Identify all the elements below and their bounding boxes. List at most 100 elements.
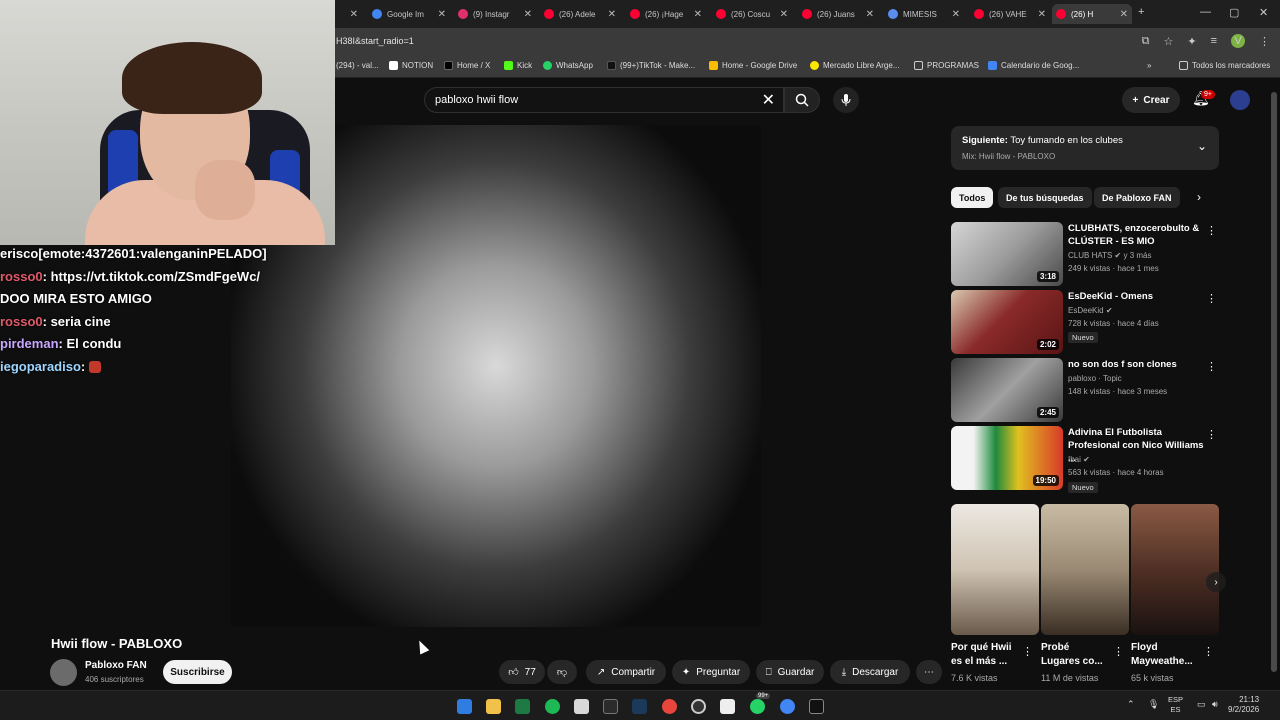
chip-all[interactable]: Todos bbox=[951, 187, 994, 208]
up-next-panel[interactable]: Siguiente: Toy fumando en los clubes Mix… bbox=[951, 126, 1219, 170]
short-title[interactable]: Por qué Hwii es el más ... bbox=[951, 641, 1021, 669]
channel-name[interactable]: CLUB HATS ✔ y 3 más bbox=[1068, 251, 1152, 260]
video-thumbnail[interactable]: 2:45 bbox=[951, 358, 1063, 422]
clear-search-icon[interactable]: ✕ bbox=[762, 90, 775, 110]
short-title[interactable]: Floyd Mayweathe... bbox=[1131, 641, 1201, 669]
video-title[interactable]: EsDeeKid - Omens bbox=[1068, 290, 1208, 303]
scrollbar[interactable] bbox=[1271, 80, 1277, 690]
video-thumbnail[interactable]: 2:02 bbox=[951, 290, 1063, 354]
file-explorer-icon[interactable] bbox=[486, 699, 501, 714]
chip-from-searches[interactable]: De tus búsquedas bbox=[998, 187, 1092, 208]
close-icon[interactable]: ✕ bbox=[350, 9, 358, 20]
search-input[interactable]: pabloxo hwii flow ✕ bbox=[424, 87, 784, 113]
minimize-icon[interactable]: — bbox=[1200, 6, 1211, 18]
more-icon[interactable]: ⋮ bbox=[1206, 428, 1217, 441]
close-icon[interactable]: ✕ bbox=[952, 9, 960, 20]
like-button[interactable]: 👍︎ 77 bbox=[499, 660, 545, 684]
bookmark-item[interactable]: Home / X bbox=[444, 61, 490, 70]
save-button[interactable]: ⎕ Guardar bbox=[756, 660, 824, 684]
channel-name[interactable]: Pabloxo FAN bbox=[85, 660, 147, 671]
browser-tab[interactable]: (26) Adele ✕ bbox=[540, 4, 620, 24]
user-avatar[interactable] bbox=[1230, 90, 1250, 110]
recommendation-item[interactable]: 2:02 EsDeeKid - Omens EsDeeKid ✔ 728 k v… bbox=[951, 290, 1221, 354]
more-icon[interactable]: ⋮ bbox=[1022, 645, 1033, 658]
steam-icon[interactable] bbox=[632, 699, 647, 714]
bookmark-item[interactable]: WhatsApp bbox=[543, 61, 593, 70]
share-button[interactable]: ↗ Compartir bbox=[586, 660, 666, 684]
short-thumbnail[interactable] bbox=[1131, 504, 1219, 635]
more-actions-button[interactable]: ⋯ bbox=[916, 660, 942, 684]
close-window-icon[interactable]: ✕ bbox=[1259, 6, 1268, 19]
close-icon[interactable]: ✕ bbox=[866, 9, 874, 20]
recommendation-item[interactable]: 3:18 CLUBHATS, enzocerobulto & CLÚSTER -… bbox=[951, 222, 1221, 286]
create-button[interactable]: + Crear bbox=[1122, 87, 1180, 113]
more-icon[interactable]: ⋮ bbox=[1203, 645, 1214, 658]
tiktok-icon[interactable] bbox=[809, 699, 824, 714]
bookmark-item[interactable]: NOTION bbox=[389, 61, 433, 70]
bookmark-item[interactable]: Home - Google Drive bbox=[709, 61, 797, 70]
short-title[interactable]: Probé Lugares co... bbox=[1041, 641, 1111, 669]
more-bookmarks-icon[interactable]: » bbox=[1147, 61, 1151, 70]
chevron-up-icon[interactable]: ⌃ bbox=[1127, 699, 1135, 710]
url-field[interactable]: H38I&start_radio=1 bbox=[336, 36, 414, 46]
network-icon[interactable]: ▭ bbox=[1197, 699, 1206, 710]
close-icon[interactable]: ✕ bbox=[780, 9, 788, 20]
chrome-icon[interactable] bbox=[662, 699, 677, 714]
browser-tab[interactable]: (26) ¡Hage ✕ bbox=[626, 4, 706, 24]
video-title[interactable]: no son dos f son clones bbox=[1068, 358, 1208, 371]
cast-icon[interactable]: ⧉ bbox=[1142, 35, 1150, 48]
ask-button[interactable]: ✦ Preguntar bbox=[672, 660, 750, 684]
maximize-icon[interactable]: ▢ bbox=[1229, 6, 1239, 19]
profile-avatar[interactable]: V bbox=[1231, 34, 1245, 48]
browser-tab[interactable]: (26) VAHE ✕ bbox=[970, 4, 1050, 24]
browser-tab[interactable]: (26) Juans ✕ bbox=[798, 4, 878, 24]
short-thumbnail[interactable] bbox=[951, 504, 1039, 635]
close-icon[interactable]: ✕ bbox=[524, 9, 532, 20]
recommendation-item[interactable]: 19:50 Adivina El Futbolista Profesional … bbox=[951, 426, 1221, 493]
microphone-icon[interactable]: 🎙︎ bbox=[1148, 699, 1159, 710]
clock[interactable]: 21:13 9/2/2026 bbox=[1228, 695, 1259, 715]
bookmark-item[interactable]: Kick bbox=[504, 61, 532, 70]
spotify-icon[interactable] bbox=[545, 699, 560, 714]
dislike-button[interactable]: 👎︎ bbox=[547, 660, 577, 684]
more-icon[interactable]: ⋮ bbox=[1206, 224, 1217, 237]
chrome-active-icon[interactable] bbox=[780, 699, 795, 714]
short-thumbnail[interactable] bbox=[1041, 504, 1129, 635]
close-icon[interactable]: ✕ bbox=[1120, 9, 1128, 20]
video-title[interactable]: CLUBHATS, enzocerobulto & CLÚSTER - ES M… bbox=[1068, 222, 1208, 248]
download-button[interactable]: ⤓ Descargar bbox=[830, 660, 910, 684]
browser-tab[interactable]: (9) Instagr ✕ bbox=[454, 4, 536, 24]
close-icon[interactable]: ✕ bbox=[1038, 9, 1046, 20]
windows-start-icon[interactable] bbox=[457, 699, 472, 714]
browser-tab[interactable]: (26) Coscu ✕ bbox=[712, 4, 792, 24]
subscribe-button[interactable]: Suscribirse bbox=[163, 660, 232, 684]
recommendation-item[interactable]: 2:45 no son dos f son clones pabloxo · T… bbox=[951, 358, 1221, 422]
bookmark-item[interactable]: Calendario de Goog... bbox=[988, 61, 1079, 70]
close-icon[interactable]: ✕ bbox=[438, 9, 446, 20]
channel-name[interactable]: Ibai ✔ bbox=[1068, 455, 1090, 464]
close-icon[interactable]: ✕ bbox=[608, 9, 616, 20]
video-thumbnail[interactable]: 19:50 bbox=[951, 426, 1063, 490]
star-icon[interactable]: ☆ bbox=[1163, 35, 1173, 48]
new-tab-icon[interactable]: + bbox=[1138, 6, 1144, 18]
store-icon[interactable] bbox=[574, 699, 589, 714]
volume-icon[interactable]: 🔊︎ bbox=[1212, 699, 1218, 710]
chevron-down-icon[interactable]: ⌄ bbox=[1197, 139, 1207, 153]
chevron-right-icon[interactable]: › bbox=[1206, 572, 1226, 592]
browser-tab[interactable]: Google Im ✕ bbox=[368, 4, 450, 24]
more-icon[interactable]: ⋮ bbox=[1206, 360, 1217, 373]
menu-icon[interactable]: ⋮ bbox=[1259, 35, 1270, 48]
browser-tab[interactable]: MIMESIS ✕ bbox=[884, 4, 964, 24]
channel-name[interactable]: EsDeeKid ✔ bbox=[1068, 306, 1113, 315]
scrollbar-thumb[interactable] bbox=[1271, 92, 1277, 672]
chip-from-channel[interactable]: De Pabloxo FAN bbox=[1094, 187, 1180, 208]
obs-icon[interactable] bbox=[691, 699, 706, 714]
bookmark-item[interactable]: (99+)TikTok - Make... bbox=[607, 61, 695, 70]
excel-icon[interactable] bbox=[515, 699, 530, 714]
language-indicator[interactable]: ESP ES bbox=[1168, 695, 1183, 715]
more-icon[interactable]: ⋮ bbox=[1206, 292, 1217, 305]
chevron-right-icon[interactable]: › bbox=[1197, 190, 1201, 204]
bookmark-folder[interactable]: PROGRAMAS bbox=[914, 61, 979, 70]
browser-tab[interactable]: ✕ bbox=[336, 4, 362, 24]
search-button[interactable] bbox=[784, 87, 820, 113]
